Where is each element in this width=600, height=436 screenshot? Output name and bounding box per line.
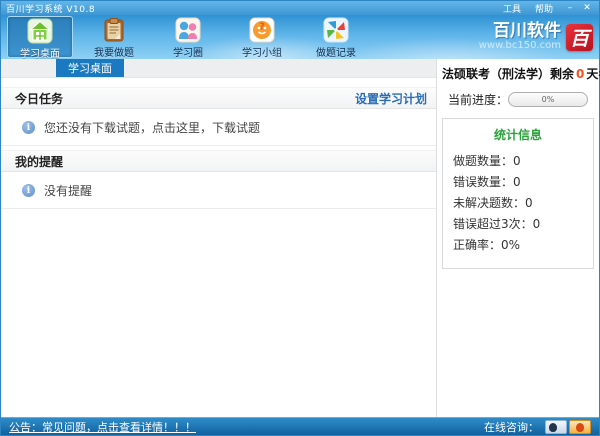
statusbar: 公告：常见问题，点击查看详情！！！ 在线咨询：	[1, 417, 599, 435]
progress-bar: 0%	[508, 92, 588, 107]
progress-label: 当前进度：	[448, 91, 508, 108]
svg-text:?: ?	[259, 22, 265, 33]
stat-row-errors-over-3: 错误超过3次：0	[453, 214, 583, 235]
tabbar: 学习桌面	[1, 59, 436, 78]
stat-row-errors: 错误数量：0	[453, 172, 583, 193]
toolbar-item-label: 学习桌面	[20, 45, 60, 60]
today-tasks-title: 今日任务	[15, 90, 63, 107]
titlebar: 百川学习系统 V10.8 工具 帮助 – ✕	[1, 1, 599, 15]
toolbar-item-label: 学习圈	[173, 44, 203, 59]
close-button[interactable]: ✕	[580, 2, 594, 14]
stats-box: 统计信息 做题数量：0 错误数量：0 未解决题数：0 错误超过3次：0 正确率：…	[442, 118, 594, 269]
house-icon	[27, 18, 53, 44]
smiley-question-icon: ?	[249, 17, 275, 43]
reminders-title: 我的提醒	[15, 153, 63, 170]
online-service-label: 在线咨询：	[484, 419, 539, 435]
reminders-message-row: i 没有提醒	[1, 172, 436, 209]
qq-service-icon[interactable]	[545, 420, 567, 434]
brand-name: 百川软件	[479, 23, 561, 41]
announcement-link[interactable]: 公告：常见问题，点击查看详情！！！	[9, 419, 196, 435]
toolbar-item-learning-circle[interactable]: 学习圈	[155, 16, 221, 58]
brand-url: www.bc150.com	[479, 41, 561, 52]
qq-service-icon-2[interactable]	[569, 420, 591, 434]
info-icon: i	[22, 121, 35, 134]
toolbar-item-study-group[interactable]: ? 学习小组	[229, 16, 295, 58]
set-study-plan-link[interactable]: 设置学习计划	[355, 90, 427, 107]
progress-value: 0%	[542, 95, 555, 104]
online-service-area: 在线咨询：	[484, 419, 591, 435]
stat-row-unsolved: 未解决题数：0	[453, 193, 583, 214]
toolbar-item-label: 做题记录	[316, 44, 356, 59]
info-icon: i	[22, 184, 35, 197]
exam-days-remaining: 0	[574, 67, 586, 81]
sidebar: 法硕联考（刑法学）剩余0天考试 当前进度： 0% 统计信息 做题数量：0 错误数…	[436, 59, 599, 417]
stats-title: 统计信息	[453, 126, 583, 143]
toolbar: 学习桌面 我要做题	[1, 15, 599, 59]
brand-area: 百川软件 www.bc150.com 百	[479, 23, 593, 51]
app-window: 百川学习系统 V10.8 工具 帮助 – ✕ 学习桌面	[0, 0, 600, 436]
menu-tools[interactable]: 工具	[503, 2, 521, 15]
toolbar-item-do-questions[interactable]: 我要做题	[81, 16, 147, 58]
toolbar-item-label: 学习小组	[242, 44, 282, 59]
clipboard-icon	[101, 17, 127, 43]
pinwheel-icon	[323, 17, 349, 43]
reminders-message: 没有提醒	[44, 182, 92, 199]
today-tasks-message-row[interactable]: i 您还没有下载试题，点击这里，下载试题	[1, 109, 436, 146]
minimize-button[interactable]: –	[563, 2, 577, 14]
exam-name: 法硕联考（刑法学）	[442, 67, 550, 81]
toolbar-item-question-record[interactable]: 做题记录	[303, 16, 369, 58]
tab-learning-desktop[interactable]: 学习桌面	[56, 59, 124, 77]
progress-row: 当前进度： 0%	[442, 91, 594, 108]
today-tasks-header: 今日任务 设置学习计划	[1, 87, 436, 109]
stat-row-questions-done: 做题数量：0	[453, 151, 583, 172]
main-content: 今日任务 设置学习计划 i 您还没有下载试题，点击这里，下载试题 我的提醒 i …	[1, 78, 436, 417]
today-tasks-message[interactable]: 您还没有下载试题，点击这里，下载试题	[44, 119, 260, 136]
exam-countdown: 法硕联考（刑法学）剩余0天考试	[442, 65, 594, 82]
brand-logo-icon: 百	[566, 24, 593, 51]
menu-help[interactable]: 帮助	[535, 2, 553, 15]
reminders-header: 我的提醒	[1, 150, 436, 172]
toolbar-item-learning-desktop[interactable]: 学习桌面	[7, 16, 73, 58]
window-title: 百川学习系统 V10.8	[6, 2, 496, 15]
people-icon	[175, 17, 201, 43]
toolbar-item-label: 我要做题	[94, 44, 134, 59]
stat-row-accuracy: 正确率：0%	[453, 235, 583, 256]
